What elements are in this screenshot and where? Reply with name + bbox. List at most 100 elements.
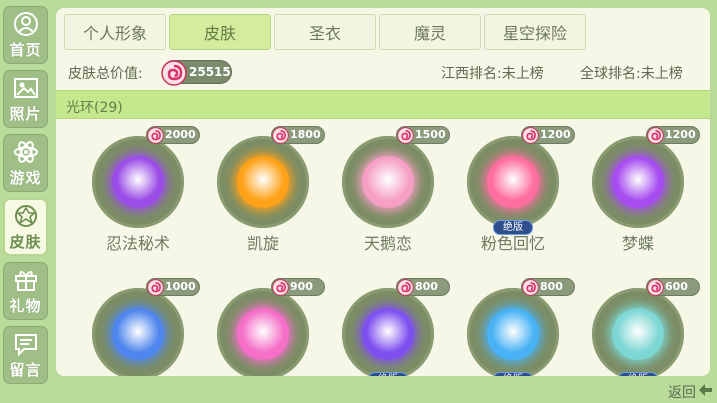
halo-frame — [467, 288, 559, 376]
tab-star-adventure[interactable]: 星空探险 — [484, 14, 586, 50]
category-header[interactable]: 光环(29) — [56, 90, 710, 119]
price-tag: 900 — [271, 278, 325, 296]
halo-frame — [92, 136, 184, 228]
price-value: 2000 — [165, 128, 196, 141]
halo-item[interactable]: 1800 凯旋 — [201, 120, 325, 253]
halo-frame — [467, 136, 559, 228]
item-name: 梦蝶 — [621, 234, 654, 253]
coin-icon — [647, 279, 664, 300]
limited-badge: 绝版 — [493, 372, 533, 376]
halo-item[interactable]: 2000 忍法秘术 — [76, 120, 200, 253]
price-tag: 600 — [646, 278, 700, 296]
price-value: 1800 — [290, 128, 321, 141]
price-value: 800 — [415, 280, 438, 293]
coin-icon — [397, 127, 414, 148]
sidebar-item-games[interactable]: 游戏 — [3, 134, 48, 192]
tab-profile[interactable]: 个人形象 — [64, 14, 166, 50]
price-value: 1200 — [540, 128, 571, 141]
halo-frame — [92, 288, 184, 376]
coin-icon — [272, 279, 289, 300]
price-tag: 1500 — [396, 126, 450, 144]
rank-global: 全球排名:未上榜 — [580, 66, 683, 82]
tab-bar: 个人形象 皮肤 圣衣 魔灵 星空探险 — [64, 14, 589, 50]
price-tag: 1800 — [271, 126, 325, 144]
halo-item[interactable]: 800 绝版 — [451, 272, 575, 376]
halo-frame — [342, 288, 434, 376]
item-name: 粉色回忆 — [480, 234, 545, 253]
halo-item[interactable]: 1200 梦蝶 — [576, 120, 700, 253]
atom-icon — [13, 139, 39, 165]
sidebar-item-home[interactable]: 首页 — [3, 6, 48, 64]
sidebar-item-label: 礼物 — [9, 296, 42, 315]
tab-armor[interactable]: 圣衣 — [274, 14, 376, 50]
halo-frame — [592, 288, 684, 376]
badge-icon — [13, 203, 39, 229]
tab-skins[interactable]: 皮肤 — [169, 14, 271, 50]
price-value: 900 — [290, 280, 313, 293]
sidebar-item-label: 皮肤 — [9, 232, 42, 251]
halo-orb — [362, 308, 414, 360]
back-label: 返回 — [668, 385, 696, 401]
user-icon — [13, 11, 39, 37]
halo-item[interactable]: 1500 天鹅恋 — [326, 120, 450, 253]
halo-orb — [112, 156, 164, 208]
halo-orb — [487, 308, 539, 360]
coin-icon — [647, 127, 664, 148]
price-tag: 1200 — [646, 126, 700, 144]
price-value: 800 — [540, 280, 563, 293]
halo-orb — [237, 308, 289, 360]
halo-orb — [112, 308, 164, 360]
rank-province: 江西排名:未上榜 — [441, 66, 544, 82]
limited-badge: 绝版 — [368, 372, 408, 376]
price-value: 1200 — [665, 128, 696, 141]
coin-icon — [161, 60, 187, 90]
price-tag: 2000 — [146, 126, 200, 144]
return-arrow-icon — [696, 381, 714, 403]
info-bar: 皮肤总价值: 25515 江西排名:未上榜 全球排名:未上榜 — [56, 56, 710, 88]
coin-icon — [522, 279, 539, 300]
sidebar-item-label: 游戏 — [9, 168, 42, 187]
item-grid: 2000 忍法秘术 1800 凯旋 1500 天鹅恋 1200 绝版 粉色回忆 1200 梦蝶 100… — [56, 120, 710, 376]
tab-spirit[interactable]: 魔灵 — [379, 14, 481, 50]
coin-icon — [147, 279, 164, 300]
sidebar-item-label: 照片 — [9, 104, 42, 123]
photo-icon — [13, 75, 39, 101]
halo-frame — [342, 136, 434, 228]
sidebar-item-skins[interactable]: 皮肤 — [3, 198, 48, 256]
price-tag: 1000 — [146, 278, 200, 296]
category-label: 光环(29) — [66, 100, 123, 116]
message-icon — [13, 331, 39, 357]
sidebar-item-label: 留言 — [9, 360, 42, 379]
total-value: 25515 — [189, 65, 231, 79]
halo-item[interactable]: 1000 — [76, 272, 200, 376]
price-value: 1000 — [165, 280, 196, 293]
coin-icon — [397, 279, 414, 300]
coin-icon — [147, 127, 164, 148]
sidebar-item-photos[interactable]: 照片 — [3, 70, 48, 128]
halo-frame — [592, 136, 684, 228]
total-value-label: 皮肤总价值: — [68, 66, 143, 82]
coin-icon — [522, 127, 539, 148]
sidebar-item-label: 首页 — [9, 40, 42, 59]
halo-item[interactable]: 600 绝版 — [576, 272, 700, 376]
halo-item[interactable]: 800 绝版 — [326, 272, 450, 376]
sidebar-item-messages[interactable]: 留言 — [3, 326, 48, 384]
halo-orb — [362, 156, 414, 208]
back-button[interactable]: 返回 — [668, 382, 716, 402]
main-panel: 个人形象 皮肤 圣衣 魔灵 星空探险 皮肤总价值: 25515 江西排名:未上榜… — [54, 6, 712, 378]
item-name: 凯旋 — [246, 234, 279, 253]
item-name: 天鹅恋 — [363, 234, 412, 253]
halo-orb — [612, 156, 664, 208]
price-tag: 800 — [396, 278, 450, 296]
price-tag: 800 — [521, 278, 575, 296]
halo-frame — [217, 288, 309, 376]
halo-item[interactable]: 1200 绝版 粉色回忆 — [451, 120, 575, 253]
halo-frame — [217, 136, 309, 228]
sidebar: 首页 照片 游戏 皮肤 礼物 留言 — [0, 0, 52, 403]
coin-icon — [272, 127, 289, 148]
halo-orb — [487, 156, 539, 208]
price-tag: 1200 — [521, 126, 575, 144]
halo-item[interactable]: 900 — [201, 272, 325, 376]
total-value-pill: 25515 — [161, 60, 232, 86]
sidebar-item-gifts[interactable]: 礼物 — [3, 262, 48, 320]
